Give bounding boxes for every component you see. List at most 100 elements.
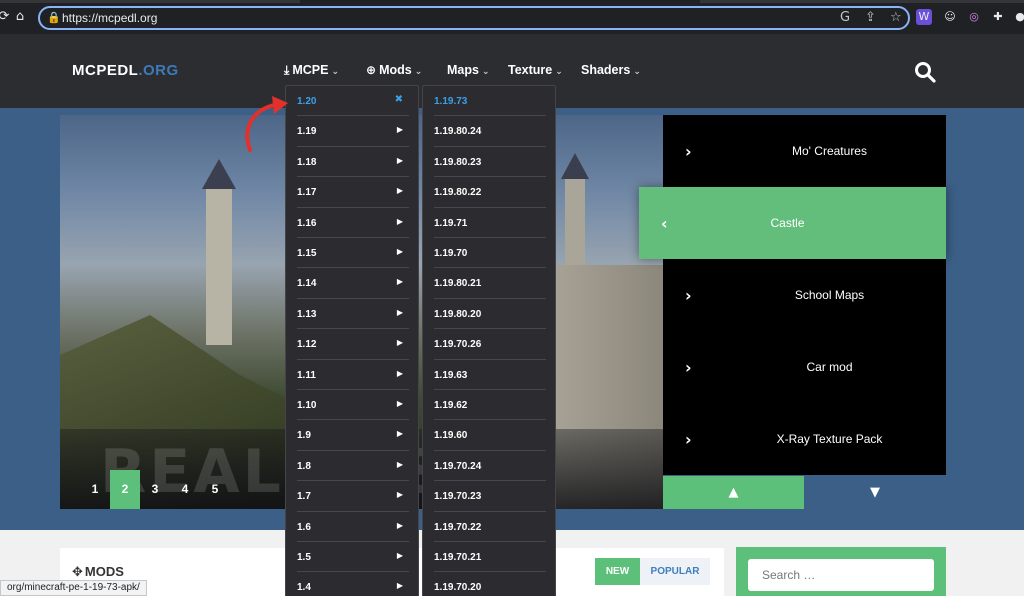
caret-right-icon: ▶ bbox=[396, 277, 403, 287]
address-bar[interactable]: 🔒 https://mcpedl.org G ⇪ ☆ bbox=[38, 6, 910, 30]
tab-new[interactable]: NEW bbox=[595, 558, 640, 585]
menu-item-subversion[interactable]: 1.19.60 bbox=[434, 420, 546, 451]
slider-item[interactable]: › Car mod bbox=[663, 331, 946, 403]
page-button-4[interactable]: 4 bbox=[170, 470, 200, 509]
logo-accent-text: .ORG bbox=[138, 62, 179, 79]
menu-item-version[interactable]: 1.12 ▶ bbox=[297, 329, 409, 360]
bookmark-star-icon[interactable]: ☆ bbox=[890, 10, 902, 25]
search-icon[interactable] bbox=[913, 60, 937, 84]
slider-item[interactable]: › School Maps bbox=[663, 259, 946, 331]
extensions-puzzle-icon[interactable]: ✚ bbox=[990, 9, 1006, 25]
menu-item-subversion[interactable]: 1.19.70 bbox=[434, 238, 546, 269]
nav-label: Shaders bbox=[581, 63, 631, 77]
annotation-arrow-icon bbox=[245, 96, 288, 152]
page-button-3[interactable]: 3 bbox=[140, 470, 170, 509]
menu-item-version[interactable]: 1.20 ✖ bbox=[297, 86, 409, 117]
arrow-up-icon[interactable]: ▲ bbox=[663, 476, 804, 509]
page-button-1[interactable]: 1 bbox=[80, 470, 110, 509]
menu-item-subversion[interactable]: 1.19.62 bbox=[434, 390, 546, 421]
menu-item-label: 1.17 bbox=[297, 187, 317, 199]
lock-icon: 🔒 bbox=[47, 11, 61, 24]
menu-item-subversion[interactable]: 1.19.70.23 bbox=[434, 481, 546, 512]
move-icon: ✥ bbox=[72, 565, 83, 580]
google-icon[interactable]: G bbox=[840, 10, 850, 25]
extension-swirl-icon[interactable]: ◎ bbox=[966, 9, 982, 25]
nav-item-maps[interactable]: Maps ⌄ bbox=[447, 63, 490, 77]
menu-item-subversion[interactable]: 1.19.70.20 bbox=[434, 572, 546, 596]
menu-item-version[interactable]: 1.7 ▶ bbox=[297, 481, 409, 512]
caret-right-icon: ▶ bbox=[396, 459, 403, 469]
caret-right-icon: ▶ bbox=[396, 551, 403, 560]
slider-item-active[interactable]: ‹ Castle bbox=[639, 187, 946, 259]
page-button-5[interactable]: 5 bbox=[200, 470, 230, 509]
menu-item-version[interactable]: 1.10 ▶ bbox=[297, 390, 409, 421]
menu-item-label: 1.18 bbox=[297, 156, 317, 168]
menu-item-version[interactable]: 1.16 ▶ bbox=[297, 208, 409, 238]
menu-item-version[interactable]: 1.5 ▶ bbox=[297, 542, 409, 573]
page-button-2[interactable]: 2 bbox=[110, 470, 140, 509]
chevron-down-icon: ⌄ bbox=[331, 67, 339, 77]
menu-item-version[interactable]: 1.6 ▶ bbox=[297, 512, 409, 542]
menu-item-subversion[interactable]: 1.19.70.26 bbox=[434, 329, 546, 360]
menu-item-subversion[interactable]: 1.19.70.24 bbox=[434, 451, 546, 482]
profile-icon[interactable]: ● bbox=[1012, 9, 1024, 25]
menu-item-subversion[interactable]: 1.19.70.21 bbox=[434, 542, 546, 573]
menu-item-subversion[interactable]: 1.19.80.22 bbox=[434, 177, 546, 208]
caret-right-icon: ▶ bbox=[396, 368, 403, 378]
menu-item-subversion[interactable]: 1.19.80.24 bbox=[434, 116, 546, 147]
menu-item-label: 1.4 bbox=[297, 582, 311, 594]
menu-item-subversion[interactable]: 1.19.71 bbox=[434, 208, 546, 238]
logo-main-text: MCPEDL bbox=[72, 62, 139, 79]
menu-item-version[interactable]: 1.18 ▶ bbox=[297, 147, 409, 178]
caret-right-icon: ▶ bbox=[396, 155, 403, 165]
nav-item-texture[interactable]: Texture ⌄ bbox=[508, 63, 563, 77]
nav-label: Mods bbox=[379, 63, 412, 77]
menu-item-version[interactable]: 1.13 ▶ bbox=[297, 299, 409, 330]
reload-icon[interactable]: ⟳ bbox=[0, 9, 12, 25]
menu-item-label: 1.12 bbox=[297, 339, 317, 351]
menu-item-label: 1.19.60 bbox=[434, 430, 468, 442]
menu-item-version[interactable]: 1.9 ▶ bbox=[297, 420, 409, 451]
close-icon[interactable]: ✖ bbox=[395, 94, 403, 105]
menu-item-label: 1.6 bbox=[297, 521, 311, 533]
nav-label: Maps bbox=[447, 63, 479, 77]
menu-item-subversion[interactable]: 1.19.70.22 bbox=[434, 512, 546, 542]
menu-item-version[interactable]: 1.14 ▶ bbox=[297, 268, 409, 299]
site-logo[interactable]: MCPEDL.ORG bbox=[72, 62, 179, 79]
menu-item-version[interactable]: 1.19 ▶ bbox=[297, 116, 409, 147]
slider-pagination: 1 2 3 4 5 bbox=[80, 470, 230, 509]
slider-item-label: Mo' Creatures bbox=[792, 144, 867, 158]
menu-item-subversion[interactable]: 1.19.80.20 bbox=[434, 299, 546, 330]
extension-wed-icon[interactable]: W bbox=[916, 9, 932, 25]
address-url[interactable]: https://mcpedl.org bbox=[62, 11, 157, 25]
menu-item-label: 1.8 bbox=[297, 460, 311, 472]
sidebar-search-input[interactable] bbox=[748, 559, 934, 591]
mcpe-version-menu: 1.20 ✖ 1.19 ▶ 1.18 ▶ 1.17 ▶ 1.16 ▶ 1.15 ▶ 1.14… bbox=[285, 85, 419, 596]
menu-item-version[interactable]: 1.4 ▶ bbox=[297, 572, 409, 596]
chevron-right-icon: › bbox=[685, 358, 692, 377]
menu-item-subversion[interactable]: 1.19.80.23 bbox=[434, 147, 546, 178]
menu-item-subversion[interactable]: 1.19.63 bbox=[434, 360, 546, 390]
menu-item-version[interactable]: 1.11 ▶ bbox=[297, 360, 409, 390]
menu-item-subversion[interactable]: 1.19.80.21 bbox=[434, 268, 546, 299]
menu-item-version[interactable]: 1.8 ▶ bbox=[297, 451, 409, 482]
arrow-down-icon[interactable]: ▼ bbox=[804, 476, 946, 509]
menu-item-version[interactable]: 1.17 ▶ bbox=[297, 177, 409, 208]
nav-item-shaders[interactable]: Shaders ⌄ bbox=[581, 63, 641, 77]
menu-item-subversion[interactable]: 1.19.73 bbox=[434, 86, 546, 117]
home-icon[interactable]: ⌂ bbox=[12, 9, 28, 25]
menu-item-version[interactable]: 1.15 ▶ bbox=[297, 238, 409, 269]
slider-item[interactable]: › Mo' Creatures bbox=[663, 115, 946, 187]
slider-item[interactable]: › X-Ray Texture Pack bbox=[663, 403, 946, 475]
tab-popular[interactable]: POPULAR bbox=[640, 558, 710, 585]
extension-face-icon[interactable]: ☺ bbox=[942, 9, 958, 25]
share-icon[interactable]: ⇪ bbox=[865, 10, 876, 25]
nav-item-mods[interactable]: ⊕ Mods ⌄ bbox=[366, 63, 422, 77]
menu-item-label: 1.19.70.21 bbox=[434, 552, 482, 563]
browser-toolbar: ⟳ ⌂ 🔒 https://mcpedl.org G ⇪ ☆ W ☺ ◎ ✚ ● bbox=[0, 0, 1024, 34]
menu-item-label: 1.9 bbox=[297, 430, 311, 442]
nav-item-mcpe[interactable]: ⤓ MCPE ⌄ bbox=[284, 63, 339, 78]
chevron-down-icon: ⌄ bbox=[414, 67, 423, 77]
lifebuoy-icon: ⊕ bbox=[366, 63, 377, 77]
slide-tower bbox=[202, 159, 236, 345]
